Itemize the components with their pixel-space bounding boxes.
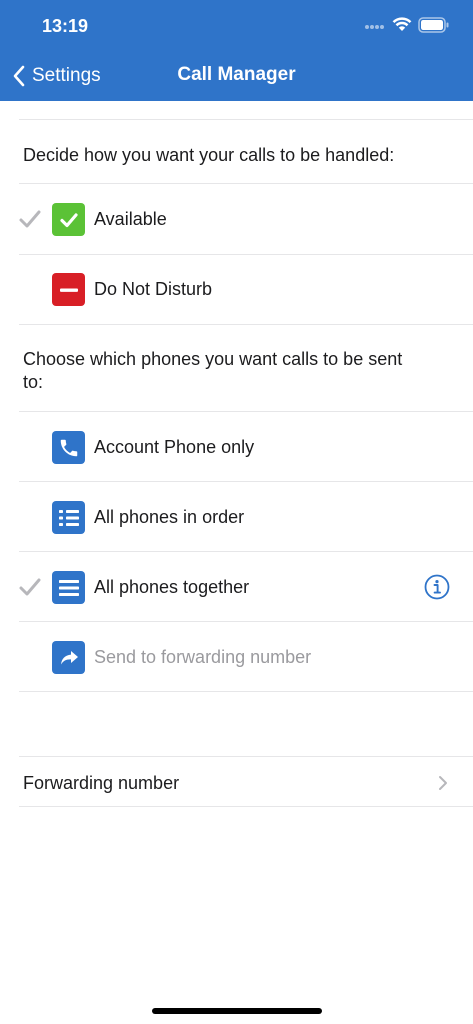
forwarding-number-row[interactable]: Forwarding number	[0, 757, 473, 807]
forwarding-number-label: Forwarding number	[23, 773, 180, 793]
ordered-list-icon	[52, 501, 85, 534]
option-label: All phones together	[94, 577, 250, 597]
option-available[interactable]: Available	[0, 184, 473, 254]
option-send-to-forwarding-number[interactable]: Send to forwarding number	[0, 622, 473, 692]
divider	[19, 119, 473, 120]
cellular-dots-icon	[365, 25, 384, 29]
checkmark-icon	[19, 578, 41, 596]
divider	[19, 806, 473, 807]
chevron-right-icon	[439, 776, 447, 790]
option-all-phones-in-order[interactable]: All phones in order	[0, 482, 473, 552]
option-do-not-disturb[interactable]: Do Not Disturb	[0, 254, 473, 324]
option-label: Send to forwarding number	[94, 647, 312, 667]
option-label: Available	[94, 209, 167, 229]
phone-icon	[52, 431, 85, 464]
forward-arrow-icon	[52, 641, 85, 674]
battery-icon	[418, 17, 449, 33]
status-section-title: Decide how you want your calls to be han…	[23, 145, 395, 165]
option-all-phones-together[interactable]: All phones together	[0, 552, 473, 622]
option-label: All phones in order	[94, 507, 245, 527]
info-icon[interactable]	[424, 574, 450, 600]
check-square-icon	[52, 203, 85, 236]
checkmark-icon	[19, 210, 41, 228]
phones-section-title: Choose which phones you want calls to be…	[23, 349, 403, 392]
status-time: 13:19	[42, 16, 89, 36]
list-icon	[52, 571, 85, 604]
option-label: Do Not Disturb	[94, 279, 213, 299]
divider	[19, 691, 473, 692]
wifi-icon	[392, 17, 412, 31]
page-title: Call Manager	[177, 64, 296, 85]
nav-header: 13:19 Settings Call Manager	[0, 0, 473, 101]
home-indicator[interactable]	[152, 1008, 322, 1014]
minus-square-icon	[52, 273, 85, 306]
option-account-phone-only[interactable]: Account Phone only	[0, 412, 473, 482]
divider	[19, 324, 473, 325]
option-label: Account Phone only	[94, 437, 255, 457]
